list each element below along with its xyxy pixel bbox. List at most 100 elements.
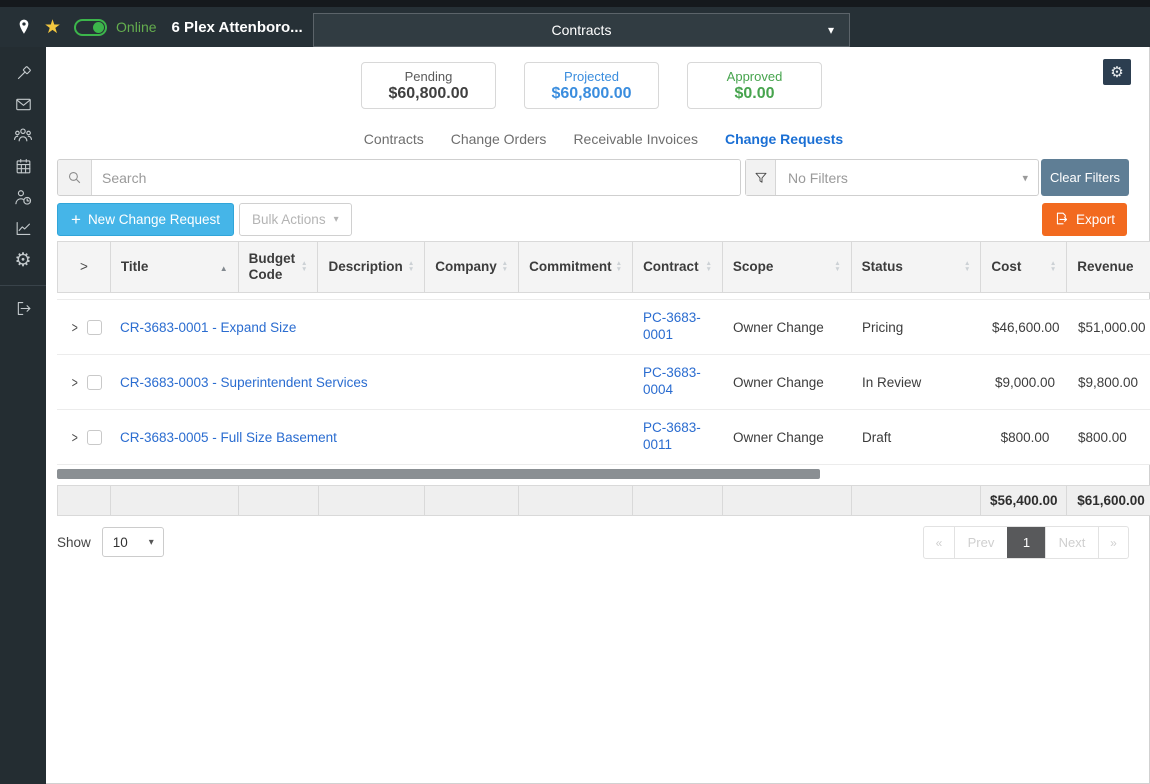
totals-row: $56,400.00 $61,600.00 bbox=[57, 485, 1150, 516]
expand-row-icon[interactable]: > bbox=[72, 429, 78, 446]
pending-label: Pending bbox=[405, 69, 453, 84]
column-header-company[interactable]: Company bbox=[425, 242, 519, 292]
scope-cell: Owner Change bbox=[723, 375, 852, 390]
column-header-scope[interactable]: Scope bbox=[723, 242, 852, 292]
table-body: > CR-3683-0001 - Expand Size PC-3683-000… bbox=[57, 299, 1150, 465]
projected-label: Projected bbox=[564, 69, 619, 84]
sidebar-item-messages[interactable] bbox=[0, 90, 46, 121]
page-size-value: 10 bbox=[113, 535, 128, 550]
sidebar-item-settings[interactable]: ⚙ bbox=[0, 245, 46, 276]
page-size-select[interactable]: 10 ▾ bbox=[102, 527, 164, 557]
chevron-down-icon: ▾ bbox=[828, 23, 834, 37]
column-header-status[interactable]: Status bbox=[852, 242, 982, 292]
chevron-down-icon: ▾ bbox=[149, 537, 154, 548]
tab-change-requests[interactable]: Change Requests bbox=[725, 131, 843, 147]
summary-cards: Pending $60,800.00 Projected $60,800.00 … bbox=[361, 62, 822, 109]
expand-row-icon[interactable]: > bbox=[72, 374, 78, 391]
contract-link[interactable]: PC-3683-0004 bbox=[643, 365, 701, 397]
sidebar-item-directory[interactable] bbox=[0, 121, 46, 152]
cost-cell: $9,000.00 bbox=[982, 375, 1068, 390]
tab-change-orders[interactable]: Change Orders bbox=[451, 131, 547, 147]
sidebar-item-reports[interactable] bbox=[0, 214, 46, 245]
pagination: « Prev 1 Next » bbox=[923, 526, 1129, 559]
scope-cell: Owner Change bbox=[723, 430, 852, 445]
sidebar-item-timesheets[interactable] bbox=[0, 183, 46, 214]
sidebar-item-logout[interactable] bbox=[0, 294, 46, 325]
prev-page-button[interactable]: Prev bbox=[954, 527, 1007, 558]
column-header-title[interactable]: Title bbox=[111, 242, 239, 292]
sort-icon bbox=[616, 261, 622, 273]
pending-card: Pending $60,800.00 bbox=[361, 62, 496, 109]
clear-filters-button[interactable]: Clear Filters bbox=[1041, 159, 1129, 196]
chevron-right-icon: > bbox=[80, 259, 88, 275]
column-header-description[interactable]: Description bbox=[318, 242, 425, 292]
location-pin-icon[interactable] bbox=[15, 17, 33, 37]
filters-dropdown[interactable]: No Filters ▾ bbox=[745, 159, 1039, 196]
export-label: Export bbox=[1076, 212, 1115, 227]
tool-selector-label: Contracts bbox=[552, 22, 612, 38]
table-header: > Title Budget Code Description Company … bbox=[57, 241, 1150, 293]
sidebar-item-tools[interactable] bbox=[0, 59, 46, 90]
tab-receivable-invoices[interactable]: Receivable Invoices bbox=[573, 131, 698, 147]
page-size-control: Show 10 ▾ bbox=[57, 527, 164, 557]
search-input[interactable] bbox=[92, 160, 740, 195]
revenue-cell: $800.00 bbox=[1068, 430, 1150, 445]
filters-value: No Filters bbox=[776, 160, 1038, 195]
online-toggle[interactable] bbox=[74, 19, 107, 36]
change-request-link[interactable]: CR-3683-0001 - Expand Size bbox=[120, 320, 296, 335]
expand-row-icon[interactable]: > bbox=[72, 319, 78, 336]
sidebar-item-schedule[interactable] bbox=[0, 152, 46, 183]
column-header-revenue[interactable]: Revenue bbox=[1067, 242, 1150, 292]
scrollbar-thumb[interactable] bbox=[57, 469, 820, 479]
line-chart-icon bbox=[14, 219, 33, 241]
cost-cell: $800.00 bbox=[982, 430, 1068, 445]
chevron-down-icon: ▾ bbox=[334, 214, 339, 225]
sort-ascending-icon bbox=[220, 259, 228, 275]
user-clock-icon bbox=[13, 187, 33, 210]
toggle-knob bbox=[93, 22, 104, 33]
last-page-button[interactable]: » bbox=[1098, 527, 1128, 558]
approved-card: Approved $0.00 bbox=[687, 62, 822, 109]
column-header-commitment[interactable]: Commitment bbox=[519, 242, 633, 292]
export-button[interactable]: Export bbox=[1042, 203, 1127, 236]
column-header-contract[interactable]: Contract bbox=[633, 242, 723, 292]
sort-icon bbox=[408, 261, 414, 273]
search-box bbox=[57, 159, 741, 196]
tab-contracts[interactable]: Contracts bbox=[364, 131, 424, 147]
revenue-cell: $51,000.00 bbox=[1068, 320, 1150, 335]
status-cell: In Review bbox=[852, 375, 982, 390]
change-request-link[interactable]: CR-3683-0005 - Full Size Basement bbox=[120, 430, 337, 445]
projected-card: Projected $60,800.00 bbox=[524, 62, 659, 109]
row-checkbox[interactable] bbox=[87, 430, 102, 445]
sort-icon bbox=[705, 261, 711, 273]
first-page-button[interactable]: « bbox=[924, 527, 954, 558]
column-header-cost[interactable]: Cost bbox=[981, 242, 1067, 292]
expand-all-header[interactable]: > bbox=[58, 242, 111, 292]
cost-cell: $46,600.00 bbox=[982, 320, 1068, 335]
gear-icon: ⚙ bbox=[14, 251, 31, 270]
next-page-button[interactable]: Next bbox=[1045, 527, 1098, 558]
sidebar: ⚙ bbox=[0, 47, 46, 784]
favorite-star-icon[interactable]: ★ bbox=[44, 18, 61, 37]
change-request-link[interactable]: CR-3683-0003 - Superintendent Services bbox=[120, 375, 368, 390]
tool-selector[interactable]: Contracts ▾ bbox=[313, 13, 850, 47]
sort-icon bbox=[1050, 261, 1056, 273]
row-checkbox[interactable] bbox=[87, 375, 102, 390]
sort-icon bbox=[301, 261, 307, 273]
new-change-request-label: New Change Request bbox=[88, 212, 220, 227]
show-label: Show bbox=[57, 535, 91, 550]
table-settings-button[interactable]: ⚙ bbox=[1103, 59, 1131, 85]
sort-icon bbox=[964, 261, 970, 273]
approved-label: Approved bbox=[727, 69, 783, 84]
column-header-budget-code[interactable]: Budget Code bbox=[239, 242, 319, 292]
filter-row: No Filters ▾ Clear Filters bbox=[57, 159, 1129, 196]
search-icon bbox=[58, 160, 92, 195]
current-page-button[interactable]: 1 bbox=[1007, 527, 1045, 558]
contract-link[interactable]: PC-3683-0001 bbox=[643, 310, 701, 342]
contract-link[interactable]: PC-3683-0011 bbox=[643, 420, 701, 452]
bulk-actions-button[interactable]: Bulk Actions ▾ bbox=[239, 203, 352, 236]
revenue-cell: $9,800.00 bbox=[1068, 375, 1150, 390]
row-checkbox[interactable] bbox=[87, 320, 102, 335]
logout-icon bbox=[14, 299, 33, 321]
new-change-request-button[interactable]: + New Change Request bbox=[57, 203, 234, 236]
